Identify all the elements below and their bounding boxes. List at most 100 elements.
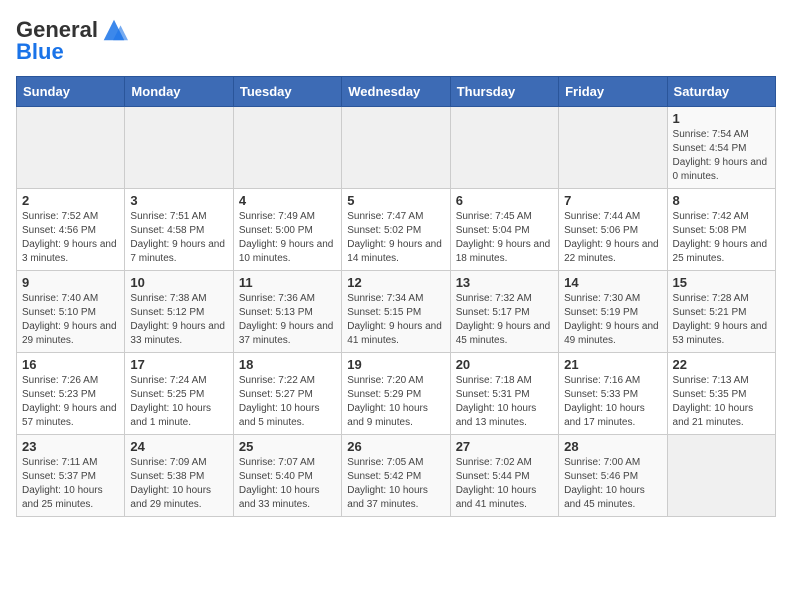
day-info: Sunrise: 7:42 AM Sunset: 5:08 PM Dayligh… bbox=[673, 210, 770, 266]
calendar-cell: 13 Sunrise: 7:32 AM Sunset: 5:17 PM Dayli… bbox=[450, 271, 558, 353]
day-number: 17 bbox=[130, 357, 227, 372]
calendar-cell: 4 Sunrise: 7:49 AM Sunset: 5:00 PM Daylig… bbox=[233, 189, 341, 271]
day-number: 5 bbox=[347, 193, 444, 208]
day-info: Sunrise: 7:30 AM Sunset: 5:19 PM Dayligh… bbox=[564, 292, 661, 348]
calendar-cell bbox=[450, 107, 558, 189]
day-number: 12 bbox=[347, 275, 444, 290]
calendar-cell bbox=[667, 435, 775, 517]
day-info: Sunrise: 7:47 AM Sunset: 5:02 PM Dayligh… bbox=[347, 210, 444, 266]
day-number: 18 bbox=[239, 357, 336, 372]
day-number: 28 bbox=[564, 439, 661, 454]
day-info: Sunrise: 7:54 AM Sunset: 4:54 PM Dayligh… bbox=[673, 128, 770, 184]
day-number: 14 bbox=[564, 275, 661, 290]
calendar-table: SundayMondayTuesdayWednesdayThursdayFrid… bbox=[16, 76, 776, 517]
day-number: 20 bbox=[456, 357, 553, 372]
day-number: 23 bbox=[22, 439, 119, 454]
day-info: Sunrise: 7:32 AM Sunset: 5:17 PM Dayligh… bbox=[456, 292, 553, 348]
day-info: Sunrise: 7:44 AM Sunset: 5:06 PM Dayligh… bbox=[564, 210, 661, 266]
day-number: 26 bbox=[347, 439, 444, 454]
day-number: 4 bbox=[239, 193, 336, 208]
calendar-cell: 20 Sunrise: 7:18 AM Sunset: 5:31 PM Dayli… bbox=[450, 353, 558, 435]
day-number: 6 bbox=[456, 193, 553, 208]
day-number: 1 bbox=[673, 111, 770, 126]
calendar-cell: 8 Sunrise: 7:42 AM Sunset: 5:08 PM Daylig… bbox=[667, 189, 775, 271]
calendar-cell: 27 Sunrise: 7:02 AM Sunset: 5:44 PM Dayli… bbox=[450, 435, 558, 517]
day-info: Sunrise: 7:02 AM Sunset: 5:44 PM Dayligh… bbox=[456, 456, 553, 512]
day-number: 9 bbox=[22, 275, 119, 290]
day-info: Sunrise: 7:00 AM Sunset: 5:46 PM Dayligh… bbox=[564, 456, 661, 512]
calendar-cell: 17 Sunrise: 7:24 AM Sunset: 5:25 PM Dayli… bbox=[125, 353, 233, 435]
page-header: General Blue bbox=[16, 16, 776, 64]
calendar-cell: 1 Sunrise: 7:54 AM Sunset: 4:54 PM Daylig… bbox=[667, 107, 775, 189]
day-info: Sunrise: 7:16 AM Sunset: 5:33 PM Dayligh… bbox=[564, 374, 661, 430]
day-number: 13 bbox=[456, 275, 553, 290]
calendar-cell: 24 Sunrise: 7:09 AM Sunset: 5:38 PM Dayli… bbox=[125, 435, 233, 517]
weekday-header-monday: Monday bbox=[125, 77, 233, 107]
calendar-cell bbox=[125, 107, 233, 189]
calendar-cell: 6 Sunrise: 7:45 AM Sunset: 5:04 PM Daylig… bbox=[450, 189, 558, 271]
day-info: Sunrise: 7:09 AM Sunset: 5:38 PM Dayligh… bbox=[130, 456, 227, 512]
calendar-cell: 16 Sunrise: 7:26 AM Sunset: 5:23 PM Dayli… bbox=[17, 353, 125, 435]
calendar-cell: 26 Sunrise: 7:05 AM Sunset: 5:42 PM Dayli… bbox=[342, 435, 450, 517]
weekday-header-saturday: Saturday bbox=[667, 77, 775, 107]
day-number: 2 bbox=[22, 193, 119, 208]
calendar-cell: 11 Sunrise: 7:36 AM Sunset: 5:13 PM Dayli… bbox=[233, 271, 341, 353]
day-number: 25 bbox=[239, 439, 336, 454]
day-info: Sunrise: 7:49 AM Sunset: 5:00 PM Dayligh… bbox=[239, 210, 336, 266]
weekday-header-friday: Friday bbox=[559, 77, 667, 107]
day-info: Sunrise: 7:45 AM Sunset: 5:04 PM Dayligh… bbox=[456, 210, 553, 266]
calendar-cell: 23 Sunrise: 7:11 AM Sunset: 5:37 PM Dayli… bbox=[17, 435, 125, 517]
calendar-cell: 21 Sunrise: 7:16 AM Sunset: 5:33 PM Dayli… bbox=[559, 353, 667, 435]
day-number: 22 bbox=[673, 357, 770, 372]
day-info: Sunrise: 7:11 AM Sunset: 5:37 PM Dayligh… bbox=[22, 456, 119, 512]
day-info: Sunrise: 7:13 AM Sunset: 5:35 PM Dayligh… bbox=[673, 374, 770, 430]
day-info: Sunrise: 7:20 AM Sunset: 5:29 PM Dayligh… bbox=[347, 374, 444, 430]
day-info: Sunrise: 7:22 AM Sunset: 5:27 PM Dayligh… bbox=[239, 374, 336, 430]
day-number: 16 bbox=[22, 357, 119, 372]
calendar-cell: 15Sunrise: 7:28 AM Sunset: 5:21 PM Dayli… bbox=[667, 271, 775, 353]
calendar-cell: 2 Sunrise: 7:52 AM Sunset: 4:56 PM Daylig… bbox=[17, 189, 125, 271]
calendar-cell: 9 Sunrise: 7:40 AM Sunset: 5:10 PM Daylig… bbox=[17, 271, 125, 353]
calendar-cell: 10 Sunrise: 7:38 AM Sunset: 5:12 PM Dayli… bbox=[125, 271, 233, 353]
day-number: 11 bbox=[239, 275, 336, 290]
day-info: Sunrise: 7:40 AM Sunset: 5:10 PM Dayligh… bbox=[22, 292, 119, 348]
calendar-cell bbox=[17, 107, 125, 189]
day-info: Sunrise: 7:18 AM Sunset: 5:31 PM Dayligh… bbox=[456, 374, 553, 430]
weekday-header-tuesday: Tuesday bbox=[233, 77, 341, 107]
day-info: Sunrise: 7:24 AM Sunset: 5:25 PM Dayligh… bbox=[130, 374, 227, 430]
day-info: Sunrise: 7:52 AM Sunset: 4:56 PM Dayligh… bbox=[22, 210, 119, 266]
day-number: 7 bbox=[564, 193, 661, 208]
calendar-cell: 12 Sunrise: 7:34 AM Sunset: 5:15 PM Dayli… bbox=[342, 271, 450, 353]
day-info: Sunrise: 7:34 AM Sunset: 5:15 PM Dayligh… bbox=[347, 292, 444, 348]
day-number: 10 bbox=[130, 275, 227, 290]
calendar-cell: 18 Sunrise: 7:22 AM Sunset: 5:27 PM Dayli… bbox=[233, 353, 341, 435]
calendar-cell: 22 Sunrise: 7:13 AM Sunset: 5:35 PM Dayli… bbox=[667, 353, 775, 435]
day-number: 15 bbox=[673, 275, 770, 290]
calendar-cell bbox=[559, 107, 667, 189]
day-number: 19 bbox=[347, 357, 444, 372]
calendar-cell: 5 Sunrise: 7:47 AM Sunset: 5:02 PM Daylig… bbox=[342, 189, 450, 271]
calendar-cell: 7 Sunrise: 7:44 AM Sunset: 5:06 PM Daylig… bbox=[559, 189, 667, 271]
calendar-cell: 25 Sunrise: 7:07 AM Sunset: 5:40 PM Dayli… bbox=[233, 435, 341, 517]
day-number: 24 bbox=[130, 439, 227, 454]
day-info: Sunrise: 7:05 AM Sunset: 5:42 PM Dayligh… bbox=[347, 456, 444, 512]
day-info: Sunrise: 7:38 AM Sunset: 5:12 PM Dayligh… bbox=[130, 292, 227, 348]
day-info: Sunrise: 7:51 AM Sunset: 4:58 PM Dayligh… bbox=[130, 210, 227, 266]
calendar-cell: 28 Sunrise: 7:00 AM Sunset: 5:46 PM Dayli… bbox=[559, 435, 667, 517]
logo: General Blue bbox=[16, 16, 128, 64]
calendar-cell bbox=[233, 107, 341, 189]
calendar-cell bbox=[342, 107, 450, 189]
day-info: Sunrise: 7:26 AM Sunset: 5:23 PM Dayligh… bbox=[22, 374, 119, 430]
day-info: Sunrise: 7:36 AM Sunset: 5:13 PM Dayligh… bbox=[239, 292, 336, 348]
logo-icon bbox=[100, 16, 128, 44]
weekday-header-thursday: Thursday bbox=[450, 77, 558, 107]
calendar-cell: 14 Sunrise: 7:30 AM Sunset: 5:19 PM Dayli… bbox=[559, 271, 667, 353]
day-number: 21 bbox=[564, 357, 661, 372]
day-number: 3 bbox=[130, 193, 227, 208]
day-info: Sunrise: 7:07 AM Sunset: 5:40 PM Dayligh… bbox=[239, 456, 336, 512]
day-number: 8 bbox=[673, 193, 770, 208]
calendar-cell: 19 Sunrise: 7:20 AM Sunset: 5:29 PM Dayli… bbox=[342, 353, 450, 435]
weekday-header-wednesday: Wednesday bbox=[342, 77, 450, 107]
day-number: 27 bbox=[456, 439, 553, 454]
weekday-header-sunday: Sunday bbox=[17, 77, 125, 107]
